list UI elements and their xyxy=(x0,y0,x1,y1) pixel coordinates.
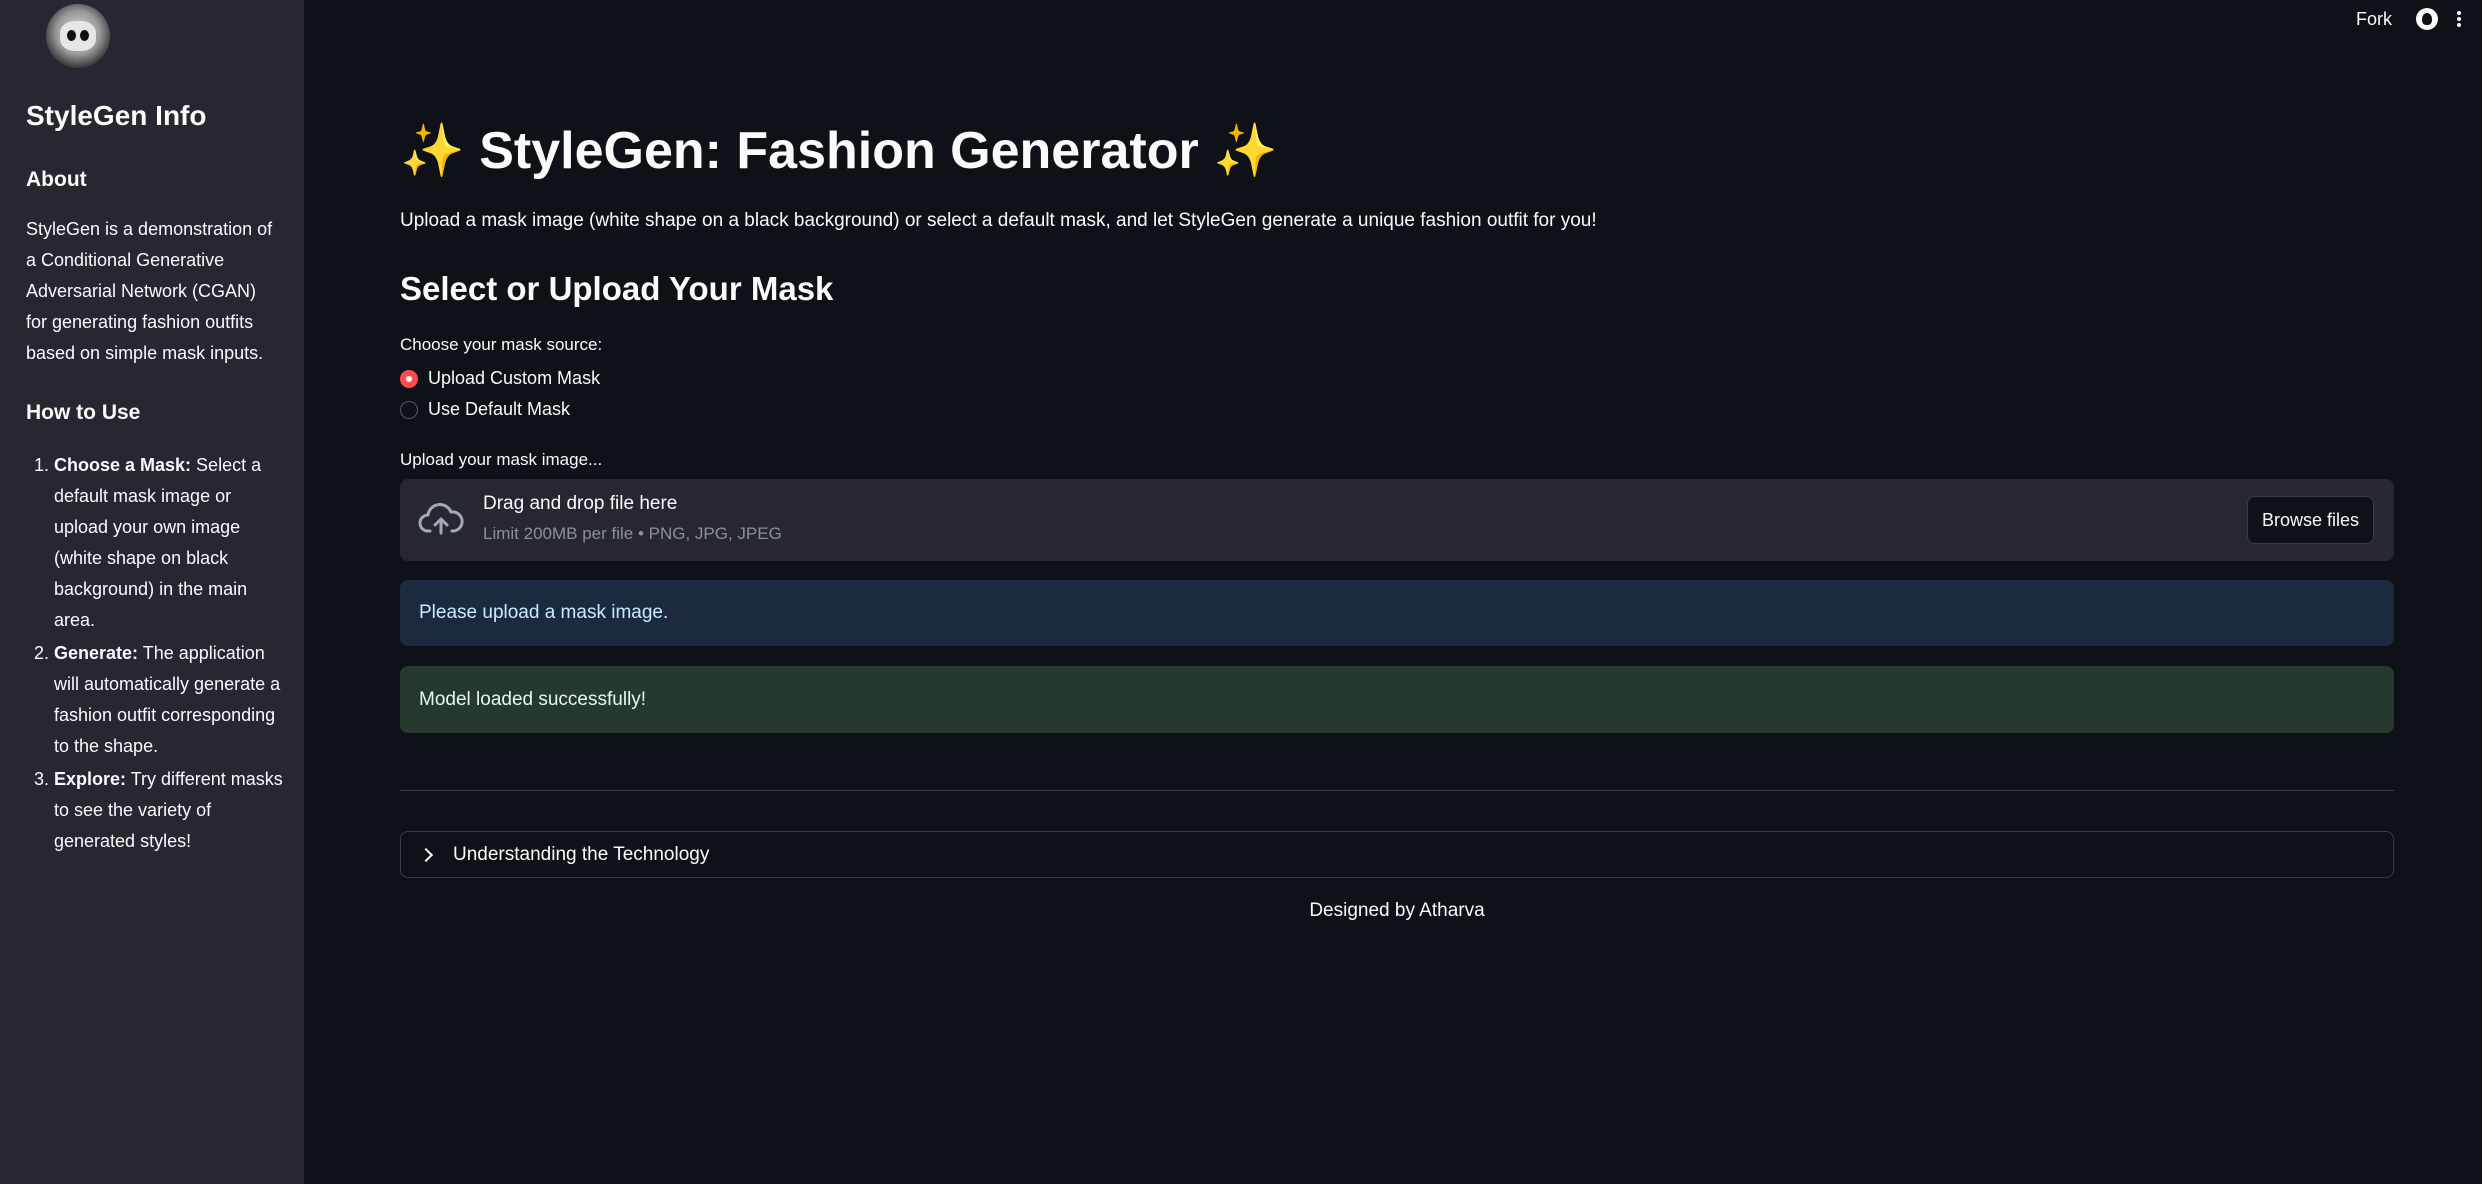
sparkle-icon: ✨ xyxy=(1213,122,1278,180)
radio-option-label: Use Default Mask xyxy=(428,399,571,419)
page-title-text: StyleGen: Fashion Generator xyxy=(479,122,1199,180)
info-alert: Please upload a mask image. xyxy=(400,580,2394,646)
upload-label: Upload your mask image... xyxy=(400,450,603,469)
howto-list: Choose a Mask: Select a default mask ima… xyxy=(26,450,284,859)
howto-step: Explore: Try different masks to see the … xyxy=(54,764,284,857)
howto-step: Generate: The application will automatic… xyxy=(54,638,284,762)
about-heading: About xyxy=(26,168,87,191)
radio-checked-icon[interactable] xyxy=(400,369,418,388)
dropzone-title: Drag and drop file here xyxy=(483,493,678,514)
top-toolbar: Fork xyxy=(2356,8,2466,30)
browse-files-button[interactable]: Browse files xyxy=(2246,496,2374,544)
expander-label: Understanding the Technology xyxy=(453,843,710,865)
sparkle-icon: ✨ xyxy=(400,122,465,180)
mask-source-label: Choose your mask source: xyxy=(400,335,603,354)
sidebar-title: StyleGen Info xyxy=(26,100,207,131)
chevron-right-icon xyxy=(418,847,434,862)
radio-use-default[interactable]: Use Default Mask xyxy=(400,399,570,420)
page-subtitle: Upload a mask image (white shape on a bl… xyxy=(400,210,1597,231)
footer-credit: Designed by Atharva xyxy=(1309,900,1485,921)
github-icon[interactable] xyxy=(2416,8,2438,30)
technology-expander[interactable]: Understanding the Technology xyxy=(400,831,2394,878)
radio-upload-custom[interactable]: Upload Custom Mask xyxy=(400,368,600,389)
sidebar: StyleGen Info About StyleGen is a demons… xyxy=(0,0,304,1184)
section-title: Select or Upload Your Mask xyxy=(400,270,834,307)
howto-heading: How to Use xyxy=(26,401,141,424)
divider xyxy=(400,790,2394,791)
page-title: ✨ StyleGen: Fashion Generator ✨ xyxy=(400,120,1278,181)
app-logo xyxy=(46,4,110,68)
vertical-dots-icon[interactable] xyxy=(2452,8,2466,30)
success-alert: Model loaded successfully! xyxy=(400,666,2394,733)
howto-step: Choose a Mask: Select a default mask ima… xyxy=(54,450,284,636)
dropzone-limit: Limit 200MB per file • PNG, JPG, JPEG xyxy=(483,524,782,543)
file-dropzone[interactable]: Drag and drop file here Limit 200MB per … xyxy=(400,479,2394,561)
radio-unchecked-icon[interactable] xyxy=(400,400,418,419)
about-text: StyleGen is a demonstration of a Conditi… xyxy=(26,219,273,363)
fork-link[interactable]: Fork xyxy=(2356,9,2392,30)
radio-option-label: Upload Custom Mask xyxy=(428,368,601,388)
cloud-upload-icon xyxy=(418,503,464,535)
